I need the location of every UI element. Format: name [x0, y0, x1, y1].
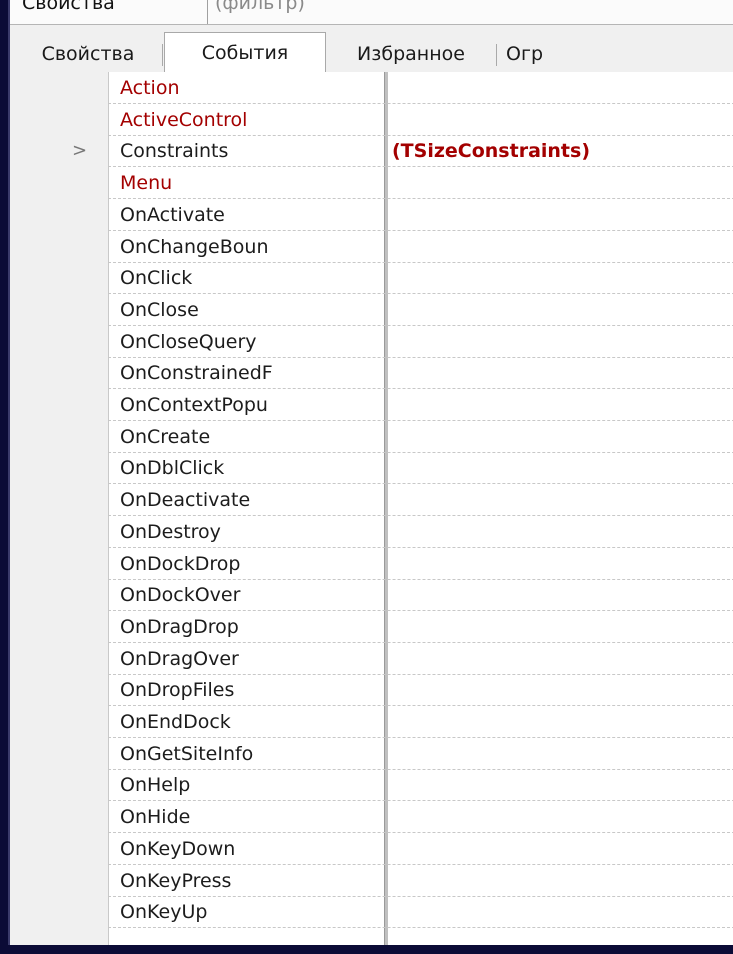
property-name: OnDockDrop [120, 553, 241, 575]
property-row[interactable]: OnDragDrop [10, 611, 733, 643]
expand-chevron-icon[interactable]: > [72, 135, 87, 167]
property-row[interactable]: OnDropFiles [10, 674, 733, 706]
property-row[interactable]: OnHide [10, 801, 733, 833]
tab-restricted[interactable]: Огр [498, 38, 626, 70]
property-name: OnKeyPress [120, 870, 232, 892]
property-row[interactable]: OnActivate [10, 199, 733, 231]
property-value[interactable]: (TSizeConstraints) [392, 135, 590, 167]
property-row[interactable]: OnDragOver [10, 643, 733, 675]
property-row[interactable]: OnCloseQuery [10, 326, 733, 358]
property-row[interactable]: OnDestroy [10, 516, 733, 548]
filter-bar: Свойства (фильтр) [10, 0, 733, 25]
screen-frame: Свойства (фильтр) Свойства События Избра… [0, 0, 733, 954]
property-name: ActiveControl [120, 109, 248, 131]
filter-input[interactable]: (фильтр) [215, 0, 305, 14]
property-name: OnConstrainedF [120, 362, 273, 384]
property-row[interactable]: OnDockDrop [10, 548, 733, 580]
property-name: OnCreate [120, 426, 211, 448]
property-name: OnDragDrop [120, 616, 239, 638]
property-row[interactable]: Menu [10, 167, 733, 199]
property-row[interactable]: OnContextPopu [10, 389, 733, 421]
property-name: OnClick [120, 267, 193, 289]
tab-label: Огр [506, 43, 543, 65]
property-name: Action [120, 77, 180, 99]
property-row[interactable]: OnEndDock [10, 706, 733, 738]
tab-label: Свойства [41, 43, 135, 65]
tab-bar: Свойства События Избранное Огр [10, 32, 733, 73]
tab-properties[interactable]: Свойства [14, 38, 163, 70]
property-name: OnDblClick [120, 457, 225, 479]
property-row[interactable]: OnCreate [10, 421, 733, 453]
object-inspector-window: Свойства (фильтр) Свойства События Избра… [8, 0, 733, 945]
property-row[interactable]: OnChangeBoun [10, 231, 733, 263]
property-name: OnGetSiteInfo [120, 743, 254, 765]
property-row[interactable]: > Constraints (TSizeConstraints) [10, 135, 733, 167]
property-row[interactable]: OnKeyPress [10, 865, 733, 897]
property-name: OnKeyDown [120, 838, 236, 860]
property-name: OnActivate [120, 204, 225, 226]
property-name: OnDragOver [120, 648, 239, 670]
property-name: OnHide [120, 806, 191, 828]
property-row[interactable]: OnGetSiteInfo [10, 738, 733, 770]
property-grid: Action ActiveControl > Constraints (TSizeCon… [10, 72, 733, 945]
property-row[interactable]: OnConstrainedF [10, 357, 733, 389]
property-name: OnDestroy [120, 521, 221, 543]
property-name: OnClose [120, 299, 199, 321]
property-name: OnEndDock [120, 711, 231, 733]
bottom-frame-strip [0, 945, 733, 954]
tab-label: События [201, 42, 289, 64]
property-row[interactable]: OnKeyUp [10, 896, 733, 928]
property-name: OnChangeBoun [120, 236, 269, 258]
property-row[interactable]: OnDockOver [10, 579, 733, 611]
row-divider [108, 927, 733, 928]
property-name: OnKeyUp [120, 901, 208, 923]
property-row[interactable]: ActiveControl [10, 104, 733, 136]
property-row[interactable]: OnDblClick [10, 452, 733, 484]
tab-label: Избранное [357, 43, 465, 65]
property-name: OnContextPopu [120, 394, 268, 416]
property-row[interactable]: OnKeyDown [10, 833, 733, 865]
property-row[interactable]: OnClick [10, 262, 733, 294]
property-name: Menu [120, 172, 173, 194]
property-row[interactable]: OnHelp [10, 769, 733, 801]
property-name: Constraints [120, 140, 229, 162]
property-name: OnHelp [120, 774, 191, 796]
property-row[interactable]: Action [10, 72, 733, 104]
property-row[interactable]: OnDeactivate [10, 484, 733, 516]
property-name: OnDeactivate [120, 489, 251, 511]
tab-events[interactable]: События [164, 32, 326, 73]
filter-separator [207, 0, 208, 24]
tab-favorites[interactable]: Избранное [326, 38, 497, 70]
filter-label: Свойства [22, 0, 115, 14]
property-name: OnCloseQuery [120, 331, 257, 353]
property-row[interactable]: OnClose [10, 294, 733, 326]
property-name: OnDockOver [120, 584, 241, 606]
property-name: OnDropFiles [120, 679, 235, 701]
